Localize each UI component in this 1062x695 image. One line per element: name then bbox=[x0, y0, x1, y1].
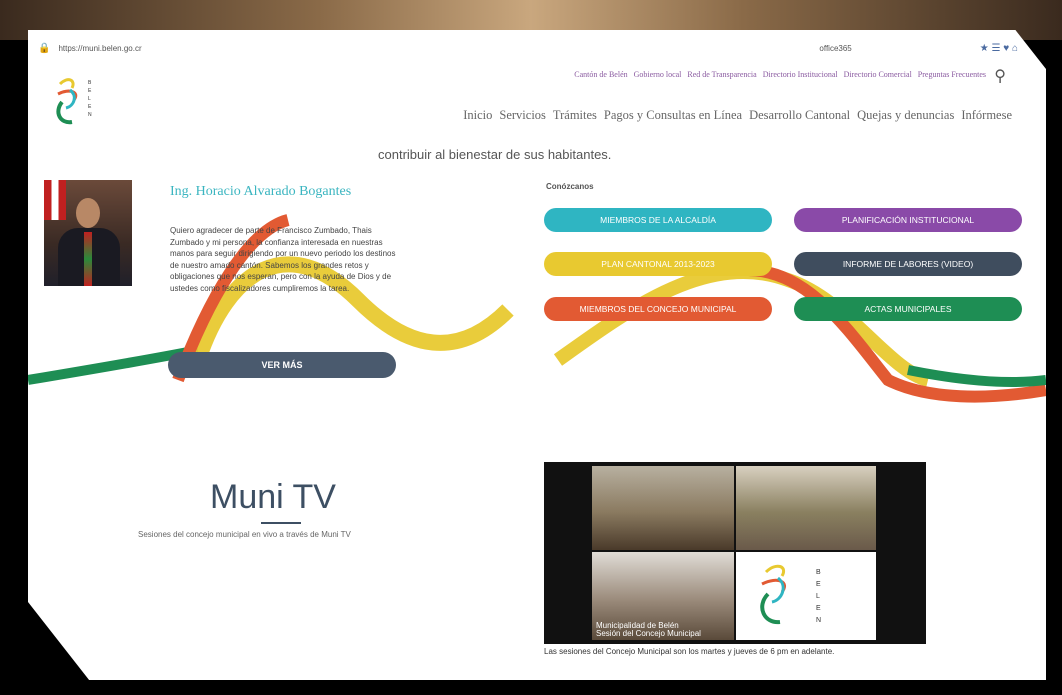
svg-text:B: B bbox=[88, 80, 92, 86]
nav-item-inicio[interactable]: Inicio bbox=[463, 108, 492, 123]
svg-text:L: L bbox=[816, 593, 820, 600]
video-player[interactable]: B E L E N Municipalidad de Belén Sesión … bbox=[544, 462, 926, 644]
svg-text:N: N bbox=[816, 617, 821, 624]
mayor-name: Ing. Horacio Alvarado Bogantes bbox=[170, 184, 352, 199]
nav-item-tramites[interactable]: Trámites bbox=[553, 108, 597, 123]
top-link-transparencia[interactable]: Red de Transparencia bbox=[687, 70, 756, 79]
ver-mas-button[interactable]: VER MÁS bbox=[168, 352, 396, 378]
svg-text:E: E bbox=[816, 581, 821, 588]
nav-item-informese[interactable]: Infórmese bbox=[961, 108, 1012, 123]
video-caption: Municipalidad de Belén Sesión del Concej… bbox=[596, 621, 701, 638]
top-link-canton[interactable]: Cantón de Belén bbox=[574, 70, 627, 79]
button-plan-cantonal[interactable]: PLAN CANTONAL 2013-2023 bbox=[544, 252, 772, 276]
button-informe-labores[interactable]: INFORME DE LABORES (VIDEO) bbox=[794, 252, 1022, 276]
video-cell bbox=[592, 466, 734, 550]
svg-text:E: E bbox=[88, 104, 92, 110]
address-url[interactable]: https://muni.belen.go.cr bbox=[58, 44, 141, 53]
flag-image bbox=[44, 180, 66, 220]
mayor-photo bbox=[44, 180, 132, 286]
top-link-directorio-inst[interactable]: Directorio Institucional bbox=[763, 70, 838, 79]
belen-logo[interactable]: B E L E N bbox=[50, 72, 110, 132]
nav-item-servicios[interactable]: Servicios bbox=[499, 108, 546, 123]
button-planificacion[interactable]: PLANIFICACIÓN INSTITUCIONAL bbox=[794, 208, 1022, 232]
munitv-subtitle: Sesiones del concejo municipal en vivo a… bbox=[138, 530, 351, 539]
video-cell bbox=[736, 466, 876, 550]
nav-item-quejas[interactable]: Quejas y denuncias bbox=[857, 108, 954, 123]
nav-item-pagos[interactable]: Pagos y Consultas en Línea bbox=[604, 108, 742, 123]
button-concejo-municipal[interactable]: MIEMBROS DEL CONCEJO MUNICIPAL bbox=[544, 297, 772, 321]
top-links: Cantón de Belén Gobierno local Red de Tr… bbox=[574, 70, 986, 79]
browser-lock-icon: 🔒 bbox=[38, 42, 51, 54]
belen-logo-video: B E L E N bbox=[760, 564, 821, 625]
top-link-faq[interactable]: Preguntas Frecuentes bbox=[918, 70, 986, 79]
svg-text:E: E bbox=[88, 88, 92, 94]
title-underline bbox=[261, 522, 301, 524]
top-link-directorio-com[interactable]: Directorio Comercial bbox=[844, 70, 912, 79]
svg-text:N: N bbox=[88, 112, 92, 118]
video-footer-text: Las sesiones del Concejo Municipal son l… bbox=[544, 647, 835, 656]
svg-text:L: L bbox=[88, 96, 91, 102]
section-label: Conózcanos bbox=[546, 182, 594, 191]
svg-text:B: B bbox=[816, 569, 821, 576]
browser-address-bar[interactable]: 🔒 https://muni.belen.go.cr office365 ★ ☰… bbox=[38, 38, 1018, 58]
search-icon[interactable]: ⚲ bbox=[994, 66, 1006, 86]
browser-search-field[interactable]: office365 bbox=[819, 44, 851, 53]
munitv-title: Muni TV bbox=[210, 478, 336, 516]
main-nav: Inicio Servicios Trámites Pagos y Consul… bbox=[463, 108, 1012, 123]
svg-text:E: E bbox=[816, 605, 821, 612]
browser-toolbar-icons[interactable]: ★ ☰ ♥ ⌂ bbox=[980, 43, 1018, 54]
mayor-bio: Quiero agradecer de parte de Francisco Z… bbox=[170, 226, 396, 293]
nav-item-desarrollo[interactable]: Desarrollo Cantonal bbox=[749, 108, 850, 123]
intro-text: contribuir al bienestar de sus habitante… bbox=[378, 147, 612, 162]
video-logo-cell: B E L E N bbox=[736, 552, 876, 640]
top-link-gobierno[interactable]: Gobierno local bbox=[634, 70, 682, 79]
button-miembros-alcaldia[interactable]: MIEMBROS DE LA ALCALDÍA bbox=[544, 208, 772, 232]
button-actas-municipales[interactable]: ACTAS MUNICIPALES bbox=[794, 297, 1022, 321]
browser-window: 🔒 https://muni.belen.go.cr office365 ★ ☰… bbox=[28, 30, 1046, 680]
